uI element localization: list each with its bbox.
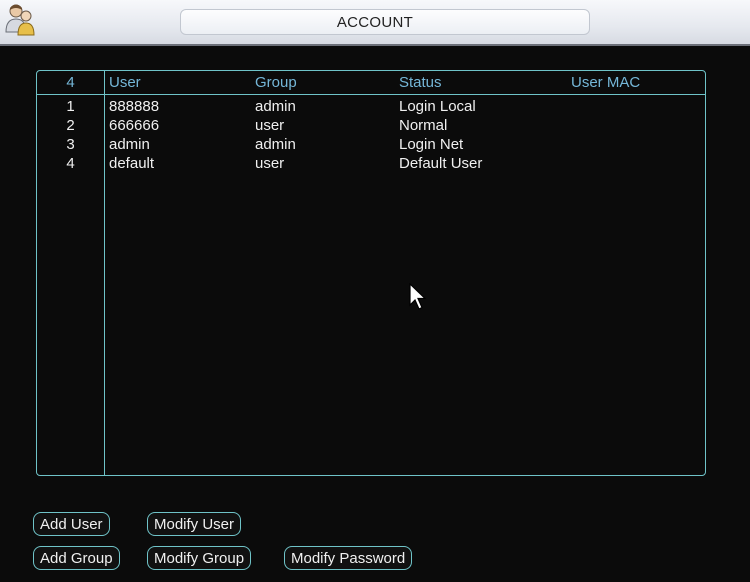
window-title: ACCOUNT (336, 14, 414, 31)
row-group: admin (255, 136, 296, 153)
row-status: Login Net (399, 136, 464, 153)
row-group: user (255, 117, 285, 134)
row-status: Default User (399, 155, 483, 172)
row-group: admin (255, 98, 296, 115)
account-table: 4 User Group Status User MAC 1 888888 ad… (36, 70, 706, 476)
row-number: 4 (66, 155, 75, 172)
header-status: Status (399, 74, 442, 91)
row-status: Normal (399, 117, 448, 134)
row-number: 3 (66, 136, 75, 153)
table-row[interactable]: 4 default user Default User (37, 155, 705, 173)
modify-password-button[interactable]: Modify Password (284, 546, 413, 570)
header-user: User (109, 74, 141, 91)
header-group: Group (255, 74, 297, 91)
row-user: 888888 (109, 98, 160, 115)
table-row[interactable]: 1 888888 admin Login Local (37, 98, 705, 116)
modify-group-button[interactable]: Modify Group (147, 546, 252, 570)
modify-user-button[interactable]: Modify User (147, 512, 242, 536)
mouse-cursor-icon (409, 283, 427, 310)
row-group: user (255, 155, 285, 172)
table-row[interactable]: 3 admin admin Login Net (37, 136, 705, 154)
row-status: Login Local (399, 98, 476, 115)
header-user-mac: User MAC (571, 74, 641, 91)
add-group-button[interactable]: Add Group (33, 546, 120, 570)
table-row[interactable]: 2 666666 user Normal (37, 117, 705, 135)
row-user: 666666 (109, 117, 160, 134)
header-count: 4 (66, 74, 75, 91)
title-bar: ACCOUNT (0, 0, 750, 46)
header-divider (37, 94, 705, 95)
row-user: default (109, 155, 155, 172)
row-number: 1 (66, 98, 75, 115)
row-user: admin (109, 136, 150, 153)
row-number: 2 (66, 117, 75, 134)
add-user-button[interactable]: Add User (33, 512, 110, 536)
